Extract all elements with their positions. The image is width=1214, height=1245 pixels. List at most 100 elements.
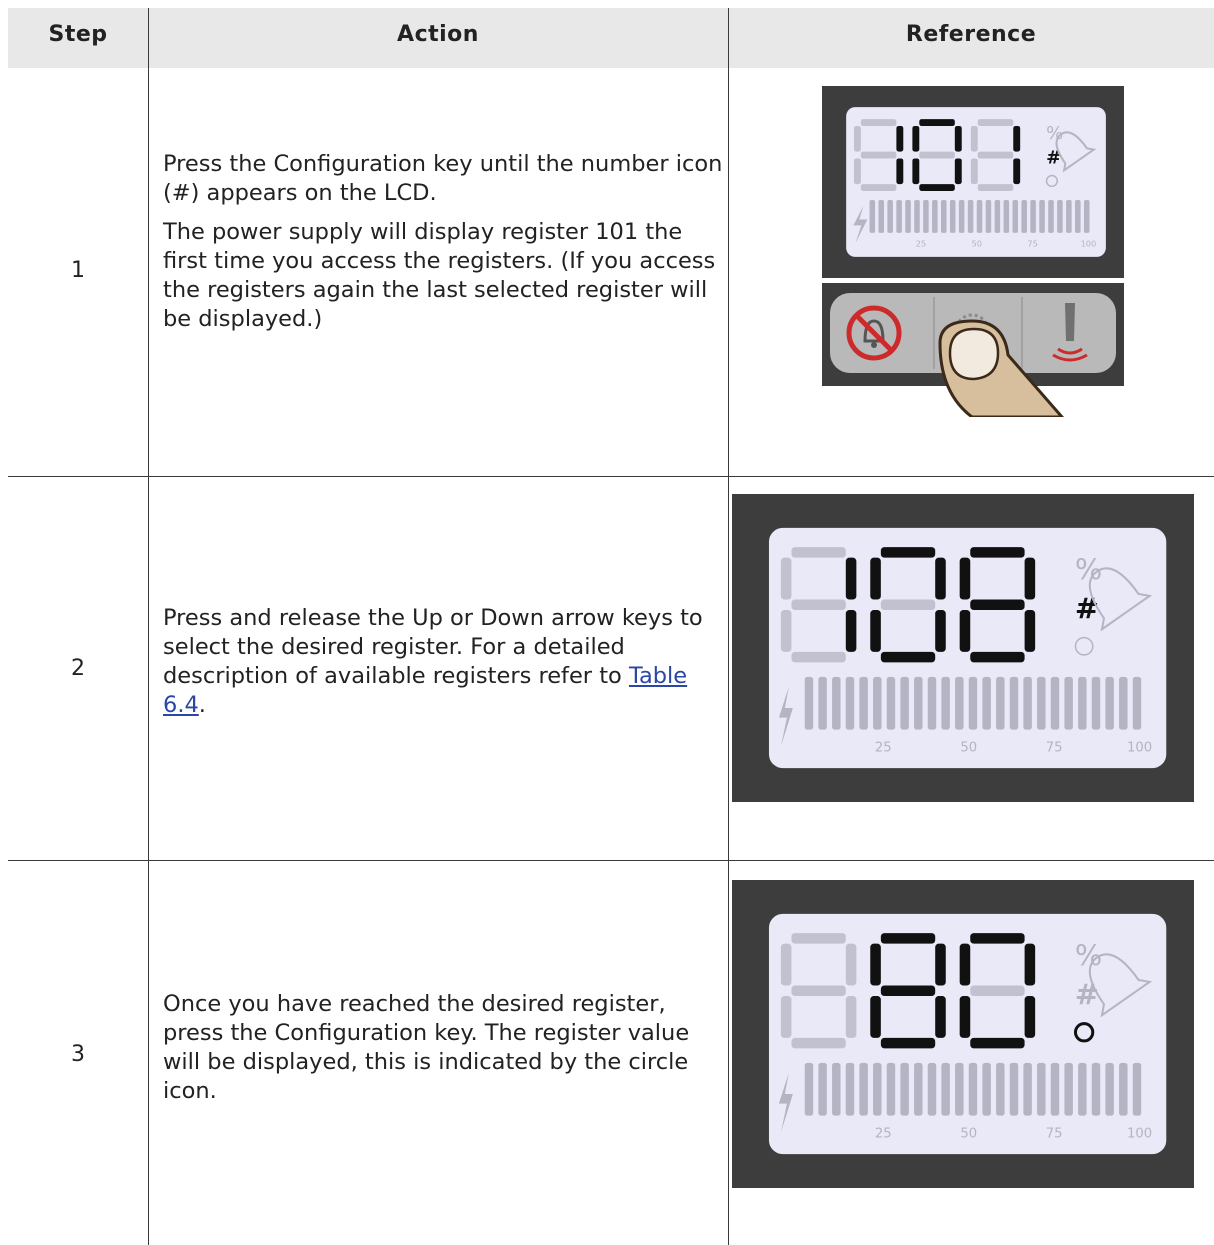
lcd-segment [977, 119, 1014, 127]
level-bar [968, 1062, 978, 1116]
lcd-segment [870, 996, 881, 1038]
lcd-segment [919, 184, 955, 191]
action-text-3: Once you have reached the desired regist… [163, 990, 723, 1116]
header-reference: Reference [905, 22, 1037, 47]
percent-indicator: % [1075, 938, 1102, 972]
level-bar [941, 1062, 950, 1116]
keypad-image [822, 283, 1124, 419]
level-bar [1057, 199, 1063, 233]
lcd-segment [780, 557, 792, 600]
level-bar [887, 199, 893, 233]
lcd-segment [1024, 610, 1036, 652]
lcd-segment [912, 158, 920, 185]
lcd-segment [860, 151, 897, 159]
level-bar [900, 676, 909, 730]
level-bar [1083, 199, 1090, 233]
lcd-segment [845, 943, 857, 986]
header-action: Action [397, 22, 479, 47]
row-divider [8, 860, 1214, 861]
level-bar [905, 199, 911, 233]
number-indicator: # [1075, 978, 1099, 1012]
level-bar [927, 1062, 937, 1116]
scale-label: 100 [1127, 1126, 1152, 1141]
level-bar [941, 199, 947, 233]
lcd-segment [853, 126, 861, 152]
level-bar [949, 199, 956, 233]
level-bar [1023, 1062, 1032, 1116]
lcd-segment [870, 943, 881, 986]
level-bar [832, 1062, 841, 1116]
lcd-segment [896, 158, 904, 185]
lcd-segment [791, 1037, 846, 1049]
column-divider [728, 8, 729, 1245]
lcd-segment [880, 933, 936, 944]
lcd-segment [970, 651, 1025, 663]
lcd-segment [1013, 126, 1021, 152]
lcd-segment [880, 1037, 936, 1049]
level-bar [1003, 199, 1010, 233]
scale-label: 50 [972, 238, 982, 248]
lcd-segment [935, 943, 946, 986]
level-bar [1105, 1062, 1114, 1116]
level-bar [967, 199, 974, 233]
procedure-table: Step Action Reference 1 Press the Config… [8, 0, 1214, 1245]
percent-indicator: % [1075, 552, 1102, 586]
lcd-segment [780, 996, 792, 1038]
lcd-segment [1024, 996, 1036, 1038]
lcd-segment [959, 557, 971, 600]
lcd-segment [880, 599, 936, 611]
level-bar [955, 1062, 964, 1116]
lcd-segment [791, 651, 846, 663]
lcd-segment [970, 933, 1025, 944]
scale-label: 50 [960, 740, 977, 755]
level-bar [804, 1062, 814, 1116]
level-bar [1064, 1062, 1073, 1116]
level-bar [1119, 1062, 1128, 1116]
level-bar [845, 1062, 855, 1116]
level-bar [976, 199, 983, 233]
lcd-segment [870, 610, 881, 652]
level-bar [923, 199, 929, 233]
step-number-3: 3 [71, 1042, 85, 1067]
level-bar [859, 1062, 868, 1116]
lcd-segment [959, 943, 971, 986]
level-bar [832, 676, 841, 730]
level-bar [900, 1062, 909, 1116]
level-bar [1066, 199, 1072, 233]
lcd-segment [791, 599, 846, 611]
level-bar [1091, 1062, 1101, 1116]
level-bar [1021, 199, 1027, 233]
lcd-display-image: % #25 50 75 100 [732, 494, 1194, 802]
level-bar [1091, 676, 1101, 730]
lcd-segment [880, 651, 936, 663]
lcd-segment [1013, 158, 1021, 185]
lcd-segment [959, 996, 971, 1038]
level-bar [1078, 1062, 1087, 1116]
action-text-1: Press the Configuration key until the nu… [163, 150, 723, 344]
lcd-segment [954, 158, 962, 185]
lcd-segment [1024, 557, 1036, 600]
level-bar [1009, 676, 1019, 730]
lcd-segment [845, 610, 857, 652]
scale-label: 100 [1127, 740, 1152, 755]
level-bar [994, 199, 1001, 233]
lcd-segment [919, 119, 955, 127]
level-bar [869, 199, 876, 233]
scale-label: 25 [916, 238, 926, 248]
lcd-segment [791, 547, 846, 558]
step-number-1: 1 [71, 258, 85, 283]
lcd-segment [1024, 943, 1036, 986]
level-bar [878, 199, 885, 233]
action-paragraph: The power supply will display register 1… [163, 219, 716, 332]
lcd-segment [970, 158, 978, 185]
scale-label: 75 [1027, 238, 1037, 248]
scale-label: 25 [875, 1126, 892, 1141]
lcd-display-image: % #25 50 75 100 [822, 86, 1124, 278]
level-bar [1078, 676, 1087, 730]
level-bar [914, 676, 923, 730]
lcd-segment [880, 547, 936, 558]
level-bar [958, 199, 965, 233]
level-bar [941, 676, 950, 730]
lcd-segment [970, 599, 1025, 611]
lcd-segment [870, 557, 881, 600]
